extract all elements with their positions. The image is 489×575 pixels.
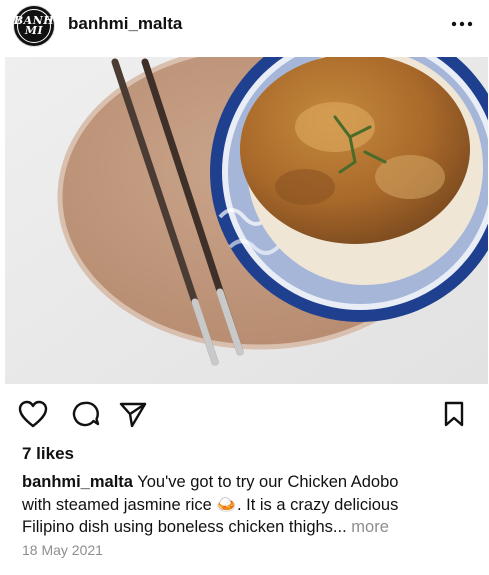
bookmark-icon: [444, 401, 464, 427]
avatar-ring: [17, 9, 51, 43]
food-photo: [5, 57, 488, 384]
more-options-button[interactable]: [448, 12, 476, 36]
post-header: BANH MI banhmi_malta: [0, 0, 489, 52]
caption-text-2a: with steamed jasmine rice: [22, 495, 217, 514]
post-photo[interactable]: [5, 57, 488, 384]
post-actions: [0, 388, 489, 438]
heart-icon: [18, 400, 48, 428]
caption-text-2b: . It is a crazy delicious: [236, 495, 399, 514]
like-button[interactable]: [18, 400, 48, 433]
more-horizontal-icon: [451, 21, 473, 27]
caption-line-3: Filipino dish using boneless chicken thi…: [22, 516, 472, 539]
caption-more-link[interactable]: more: [351, 518, 389, 536]
comment-icon: [72, 401, 100, 427]
likes-count[interactable]: 7 likes: [22, 444, 74, 464]
share-button[interactable]: [118, 400, 148, 433]
caption-username[interactable]: banhmi_malta: [22, 473, 133, 491]
rice-bowl-emoji: 🍛: [216, 495, 237, 514]
caption-text-3: Filipino dish using boneless chicken thi…: [22, 518, 347, 536]
save-button[interactable]: [440, 400, 468, 433]
post-username[interactable]: banhmi_malta: [68, 14, 182, 34]
caption-line-1: banhmi_malta You've got to try our Chick…: [22, 471, 472, 494]
paper-plane-icon: [119, 402, 147, 428]
caption-text-1: You've got to try our Chicken Adobo: [137, 473, 399, 491]
post-date: 18 May 2021: [22, 542, 103, 558]
comment-button[interactable]: [70, 400, 100, 433]
post-caption: banhmi_malta You've got to try our Chick…: [22, 471, 472, 539]
caption-line-2: with steamed jasmine rice 🍛. It is a cra…: [22, 494, 472, 517]
avatar[interactable]: BANH MI: [14, 6, 54, 46]
